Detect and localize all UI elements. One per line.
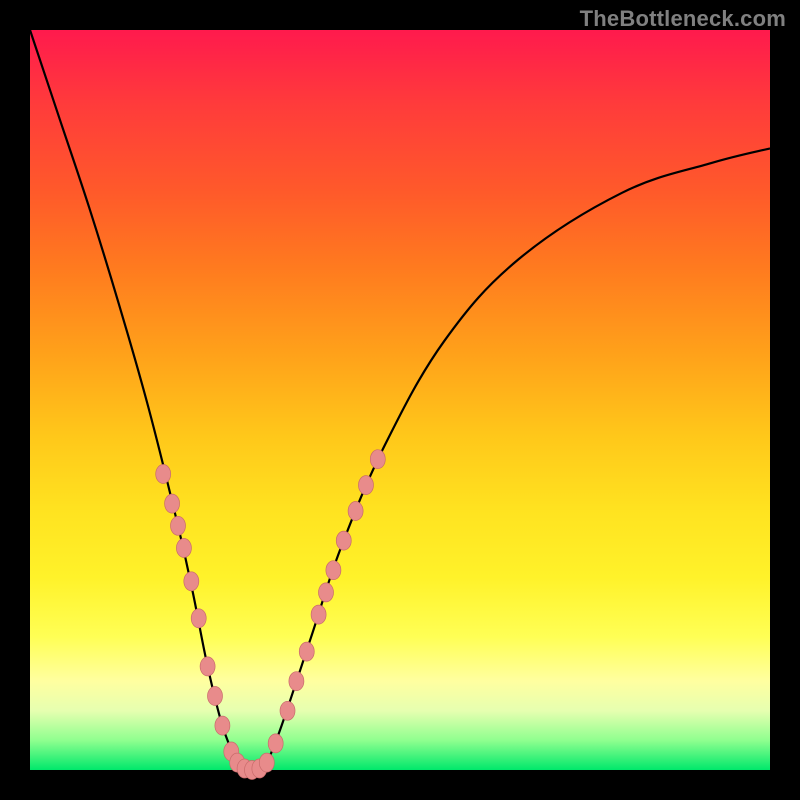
data-marker xyxy=(165,494,180,513)
data-marker xyxy=(319,583,334,602)
data-marker xyxy=(299,642,314,661)
data-marker xyxy=(336,531,351,550)
data-marker xyxy=(156,465,171,484)
data-marker xyxy=(259,753,274,772)
chart-gradient-area xyxy=(30,30,770,770)
data-marker xyxy=(200,657,215,676)
chart-svg xyxy=(30,30,770,770)
bottleneck-curve xyxy=(30,30,770,771)
chart-stage: TheBottleneck.com xyxy=(0,0,800,800)
data-marker xyxy=(171,516,186,535)
data-marker xyxy=(268,734,283,753)
data-markers xyxy=(156,450,386,780)
data-marker xyxy=(280,701,295,720)
data-marker xyxy=(215,716,230,735)
data-marker xyxy=(326,561,341,580)
data-marker xyxy=(191,609,206,628)
data-marker xyxy=(311,605,326,624)
watermark-text: TheBottleneck.com xyxy=(580,6,786,32)
data-marker xyxy=(358,476,373,495)
data-marker xyxy=(289,672,304,691)
data-marker xyxy=(370,450,385,469)
data-marker xyxy=(348,502,363,521)
data-marker xyxy=(184,572,199,591)
data-marker xyxy=(208,687,223,706)
data-marker xyxy=(176,539,191,558)
